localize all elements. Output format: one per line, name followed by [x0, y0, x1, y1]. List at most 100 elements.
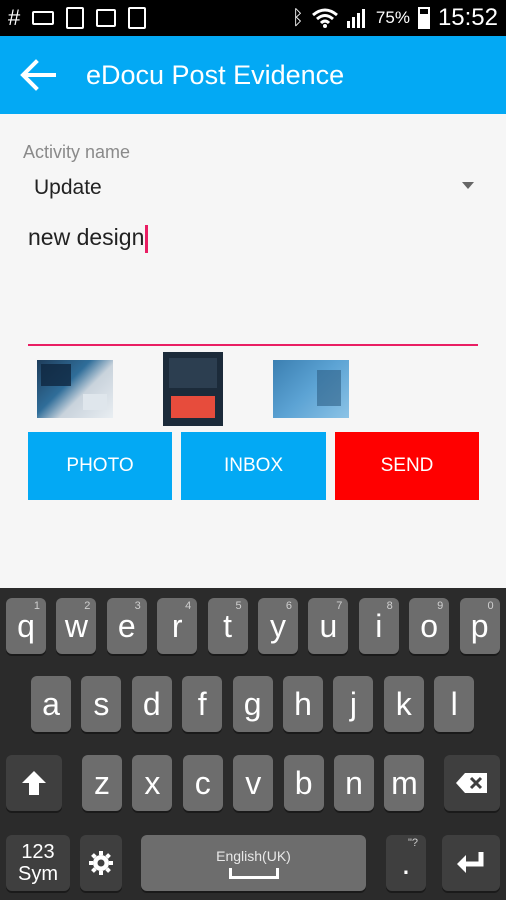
key-label: b [294, 765, 313, 801]
key-label: t [223, 608, 233, 644]
key-k[interactable]: k [383, 676, 424, 732]
key-hint: 9 [437, 600, 444, 612]
status-right: ᛒ 75% 15:52 [292, 4, 498, 32]
gear-icon [89, 851, 113, 875]
key-hint: 0 [487, 600, 494, 612]
attachment-thumbnail-2[interactable] [163, 352, 223, 426]
key-h[interactable]: h [283, 676, 323, 732]
activity-select[interactable]: Update [34, 172, 484, 206]
key-label: c [194, 765, 211, 801]
key-label: m [391, 765, 418, 801]
key-label: r [171, 608, 183, 644]
key-c[interactable]: c [182, 755, 223, 811]
period-key[interactable]: . "? [386, 835, 426, 891]
key-hint: 6 [285, 600, 292, 612]
key-hint: 8 [386, 600, 393, 612]
key-label: y [270, 608, 286, 644]
status-bar: # ᛒ 75% 15:52 [0, 0, 506, 36]
key-r[interactable]: r4 [157, 598, 198, 654]
settings-key[interactable] [80, 835, 122, 891]
page-title: eDocu Post Evidence [86, 60, 345, 90]
symbols-key-label-1: 123 [21, 841, 55, 863]
key-label: o [420, 608, 439, 644]
battery-percent: 75% [375, 8, 410, 27]
key-label: i [375, 608, 383, 644]
key-v[interactable]: v [233, 755, 274, 811]
key-l[interactable]: l [434, 676, 475, 732]
key-w[interactable]: w2 [56, 598, 97, 654]
key-label: n [345, 765, 363, 801]
description-textarea[interactable]: new design [28, 218, 478, 346]
dropdown-caret-icon [462, 182, 474, 189]
enter-icon [457, 852, 484, 873]
attachment-thumbnail-1[interactable] [37, 360, 113, 418]
wifi-icon [311, 8, 338, 28]
key-label: p [470, 608, 489, 644]
key-n[interactable]: n [334, 755, 374, 811]
symbols-key[interactable]: 123 Sym [6, 835, 70, 891]
key-hint: 1 [33, 600, 40, 612]
key-label: d [142, 686, 161, 722]
key-a[interactable]: a [31, 676, 71, 732]
description-text: new design [28, 224, 145, 250]
back-arrow-icon[interactable] [18, 54, 60, 96]
key-b[interactable]: b [283, 755, 324, 811]
key-e[interactable]: e3 [106, 598, 147, 654]
key-label: x [144, 765, 161, 801]
key-u[interactable]: u7 [308, 598, 349, 654]
period-key-label: . [401, 845, 411, 881]
backspace-icon [456, 773, 487, 793]
key-label: v [245, 765, 262, 801]
activity-select-value: Update [34, 176, 102, 199]
key-label: w [64, 608, 88, 644]
key-hint: 4 [185, 600, 192, 612]
key-label: z [94, 765, 110, 801]
send-button[interactable]: SEND [335, 432, 479, 500]
key-label: u [319, 608, 338, 644]
key-label: h [294, 686, 312, 722]
battery-icon [417, 7, 430, 29]
key-q[interactable]: q1 [6, 598, 46, 654]
text-cursor [145, 224, 149, 253]
key-p[interactable]: p0 [459, 598, 500, 654]
key-i[interactable]: i8 [358, 598, 399, 654]
key-label: q [17, 608, 35, 644]
key-label: s [93, 686, 110, 722]
app-bar: eDocu Post Evidence [0, 36, 506, 114]
key-z[interactable]: z [82, 755, 122, 811]
key-label: g [243, 686, 262, 722]
key-g[interactable]: g [232, 676, 273, 732]
sim-icon [66, 7, 85, 29]
key-o[interactable]: o9 [409, 598, 450, 654]
key-hint: 2 [84, 600, 91, 612]
key-hint: 7 [336, 600, 343, 612]
image-icon [96, 9, 117, 27]
shift-arrow-icon [22, 771, 46, 795]
key-label: j [349, 686, 357, 722]
enter-key[interactable] [442, 835, 500, 891]
key-f[interactable]: f [182, 676, 223, 732]
key-s[interactable]: s [81, 676, 122, 732]
key-x[interactable]: x [132, 755, 173, 811]
bluetooth-icon: ᛒ [291, 6, 304, 29]
key-d[interactable]: d [131, 676, 172, 732]
attachment-thumbnail-3[interactable] [273, 360, 349, 418]
inbox-button[interactable]: INBOX [181, 432, 326, 500]
space-key[interactable]: English(UK) [141, 835, 366, 891]
signal-icon [346, 9, 365, 28]
key-hint: 5 [235, 600, 242, 612]
key-j[interactable]: j [333, 676, 374, 732]
activity-name-label: Activity name [23, 142, 131, 162]
shift-key[interactable] [6, 755, 62, 811]
hash-icon: # [8, 5, 21, 30]
photo-button[interactable]: PHOTO [28, 432, 172, 500]
backspace-key[interactable] [444, 755, 500, 811]
key-label: a [42, 686, 60, 722]
status-left-icons: # [8, 4, 147, 32]
key-t[interactable]: t5 [207, 598, 248, 654]
key-hint: 3 [134, 600, 141, 612]
space-bar-icon [228, 867, 279, 879]
key-y[interactable]: y6 [258, 598, 298, 654]
key-m[interactable]: m [384, 755, 425, 811]
clipboard-icon [128, 7, 147, 29]
